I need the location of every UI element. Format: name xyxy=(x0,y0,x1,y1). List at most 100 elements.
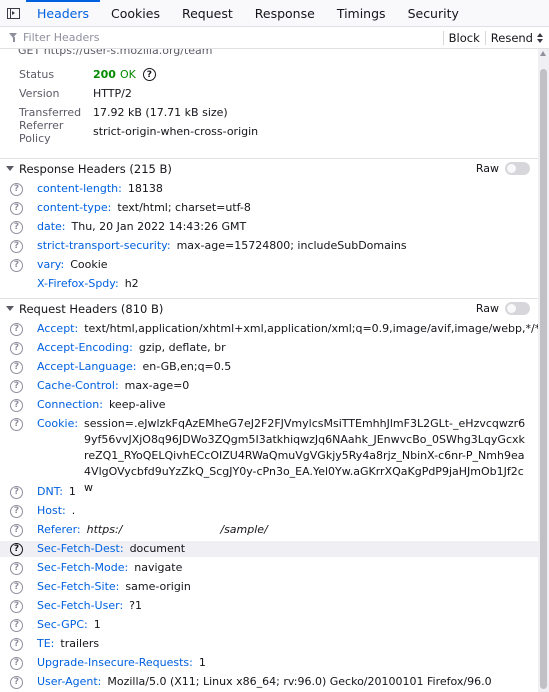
header-value: navigate xyxy=(134,561,183,574)
header-name: Sec-Fetch-User: xyxy=(37,599,124,612)
chevron-updown-icon xyxy=(537,32,544,43)
block-button[interactable]: Block xyxy=(444,29,485,47)
question-circle-icon[interactable]: ? xyxy=(10,220,23,234)
question-circle-icon[interactable]: ? xyxy=(10,637,23,651)
header-row: ? content-length: 18138 xyxy=(0,181,538,197)
header-value: 18138 xyxy=(127,182,163,195)
headers-panel: GET https://user-s.mozilla.org/team Stat… xyxy=(0,49,538,692)
filter-icon xyxy=(9,33,18,42)
referer-suffix: /sample/ xyxy=(220,523,268,536)
header-name: content-type: xyxy=(37,201,112,214)
raw-toggle-switch[interactable] xyxy=(505,162,530,175)
resend-button[interactable]: Resend xyxy=(486,29,549,47)
response-headers-title: Response Headers (215 B) xyxy=(19,161,172,176)
response-headers-section-header[interactable]: Response Headers (215 B) Raw xyxy=(0,158,538,178)
header-row: ? Host: . xyxy=(0,503,538,519)
header-value: 1 xyxy=(198,656,206,669)
header-name: date: xyxy=(37,220,66,233)
question-circle-icon[interactable]: ? xyxy=(10,182,23,196)
raw-label: Raw xyxy=(475,162,499,175)
header-name: Cache-Control: xyxy=(37,379,119,392)
status-label: Status xyxy=(19,68,55,81)
header-value: . xyxy=(71,504,76,517)
question-circle-icon[interactable]: ? xyxy=(10,258,23,272)
question-circle-icon[interactable]: ? xyxy=(10,523,23,537)
question-circle-icon[interactable]: ? xyxy=(10,504,23,518)
request-summary: Status 200 OK ? Version HTTP/2 Transferr… xyxy=(0,65,538,145)
request-headers-section-header[interactable]: Request Headers (810 B) Raw xyxy=(0,298,538,318)
header-value: text/html; charset=utf-8 xyxy=(117,201,251,214)
header-row: ? Accept-Encoding: gzip, deflate, br xyxy=(0,340,538,356)
header-name: strict-transport-security: xyxy=(37,239,171,252)
sidebar-panel-icon xyxy=(6,7,20,19)
question-circle-icon[interactable]: ? xyxy=(10,675,23,689)
question-circle-icon[interactable]: ? xyxy=(10,656,23,670)
question-circle-icon[interactable]: ? xyxy=(10,360,23,374)
question-circle-icon[interactable]: ? xyxy=(10,580,23,594)
scrollbar-thumb[interactable] xyxy=(540,69,547,689)
tab-headers[interactable]: Headers xyxy=(26,0,101,26)
question-circle-icon[interactable]: ? xyxy=(10,561,23,575)
question-circle-icon[interactable]: ? xyxy=(10,599,23,613)
toggle-sidebar-button[interactable] xyxy=(0,0,26,26)
question-circle-icon[interactable]: ? xyxy=(10,341,23,355)
raw-label: Raw xyxy=(475,302,499,315)
tab-request[interactable]: Request xyxy=(171,0,244,26)
header-name: Accept-Language: xyxy=(37,360,137,373)
question-circle-icon[interactable]: ? xyxy=(10,618,23,632)
header-name: vary: xyxy=(37,258,65,271)
header-value: text/html,application/xhtml+xml,applicat… xyxy=(84,322,538,335)
question-circle-icon[interactable]: ? xyxy=(10,485,23,499)
tab-timings[interactable]: Timings xyxy=(326,0,397,26)
header-value: en-GB,en;q=0.5 xyxy=(142,360,232,373)
header-value: ?1 xyxy=(129,599,142,612)
header-value: same-origin xyxy=(125,580,191,593)
expand-triangle-icon xyxy=(6,306,14,311)
header-row: ? Sec-GPC: 1 xyxy=(0,617,538,633)
header-row: ? DNT: 1 xyxy=(0,484,538,500)
question-circle-icon[interactable]: ? xyxy=(10,417,23,431)
header-row-hovered: ? Sec-Fetch-Dest: document xyxy=(0,541,538,557)
header-row: ? User-Agent: Mozilla/5.0 (X11; Linux x8… xyxy=(0,674,538,690)
question-circle-icon[interactable]: ? xyxy=(10,542,23,556)
version-row: Version HTTP/2 xyxy=(0,84,538,103)
tab-security[interactable]: Security xyxy=(397,0,470,26)
header-name: User-Agent: xyxy=(37,675,102,688)
header-row: ? Sec-Fetch-Mode: navigate xyxy=(0,560,538,576)
question-circle-icon[interactable]: ? xyxy=(10,398,23,412)
header-row: ? strict-transport-security: max-age=157… xyxy=(0,238,538,254)
header-value: 1 xyxy=(93,618,101,631)
header-row: ? Accept-Language: en-GB,en;q=0.5 xyxy=(0,359,538,375)
filter-headers-input[interactable]: Filter Headers xyxy=(23,29,443,47)
resend-label: Resend xyxy=(490,30,533,45)
scroll-up-arrow-icon[interactable] xyxy=(540,51,546,56)
header-row: X-Firefox-Spdy: h2 xyxy=(0,276,538,292)
tab-cookies[interactable]: Cookies xyxy=(100,0,171,26)
status-value: 200 OK ? xyxy=(93,68,156,81)
vertical-scrollbar[interactable] xyxy=(538,49,549,692)
request-url-partial: GET https://user-s.mozilla.org/team xyxy=(18,49,213,57)
header-row: ? Connection: keep-alive xyxy=(0,397,538,413)
status-help-icon[interactable]: ? xyxy=(142,68,156,81)
question-circle-icon[interactable]: ? xyxy=(10,379,23,393)
raw-toggle-switch[interactable] xyxy=(505,302,530,315)
question-circle-icon[interactable]: ? xyxy=(10,201,23,215)
header-name: Host: xyxy=(37,504,66,517)
status-text: OK xyxy=(119,68,136,81)
header-value: max-age=15724800; includeSubDomains xyxy=(176,239,407,252)
header-value: max-age=0 xyxy=(124,379,190,392)
question-circle-icon[interactable]: ? xyxy=(10,239,23,253)
header-name: Sec-Fetch-Dest: xyxy=(37,542,124,555)
header-value: gzip, deflate, br xyxy=(138,341,226,354)
header-name: Referer: xyxy=(37,523,81,536)
header-row: ? Sec-Fetch-Site: same-origin xyxy=(0,579,538,595)
request-raw-toggle[interactable]: Raw xyxy=(476,302,530,315)
header-value: keep-alive xyxy=(108,398,166,411)
header-name: Accept-Encoding: xyxy=(37,341,133,354)
question-circle-icon[interactable]: ? xyxy=(10,322,23,336)
response-raw-toggle[interactable]: Raw xyxy=(476,162,530,175)
header-row: ? TE: trailers xyxy=(0,636,538,652)
tab-response[interactable]: Response xyxy=(244,0,326,26)
header-name: Cookie: xyxy=(37,417,79,430)
transferred-value: 17.92 kB (17.71 kB size) xyxy=(93,106,228,119)
